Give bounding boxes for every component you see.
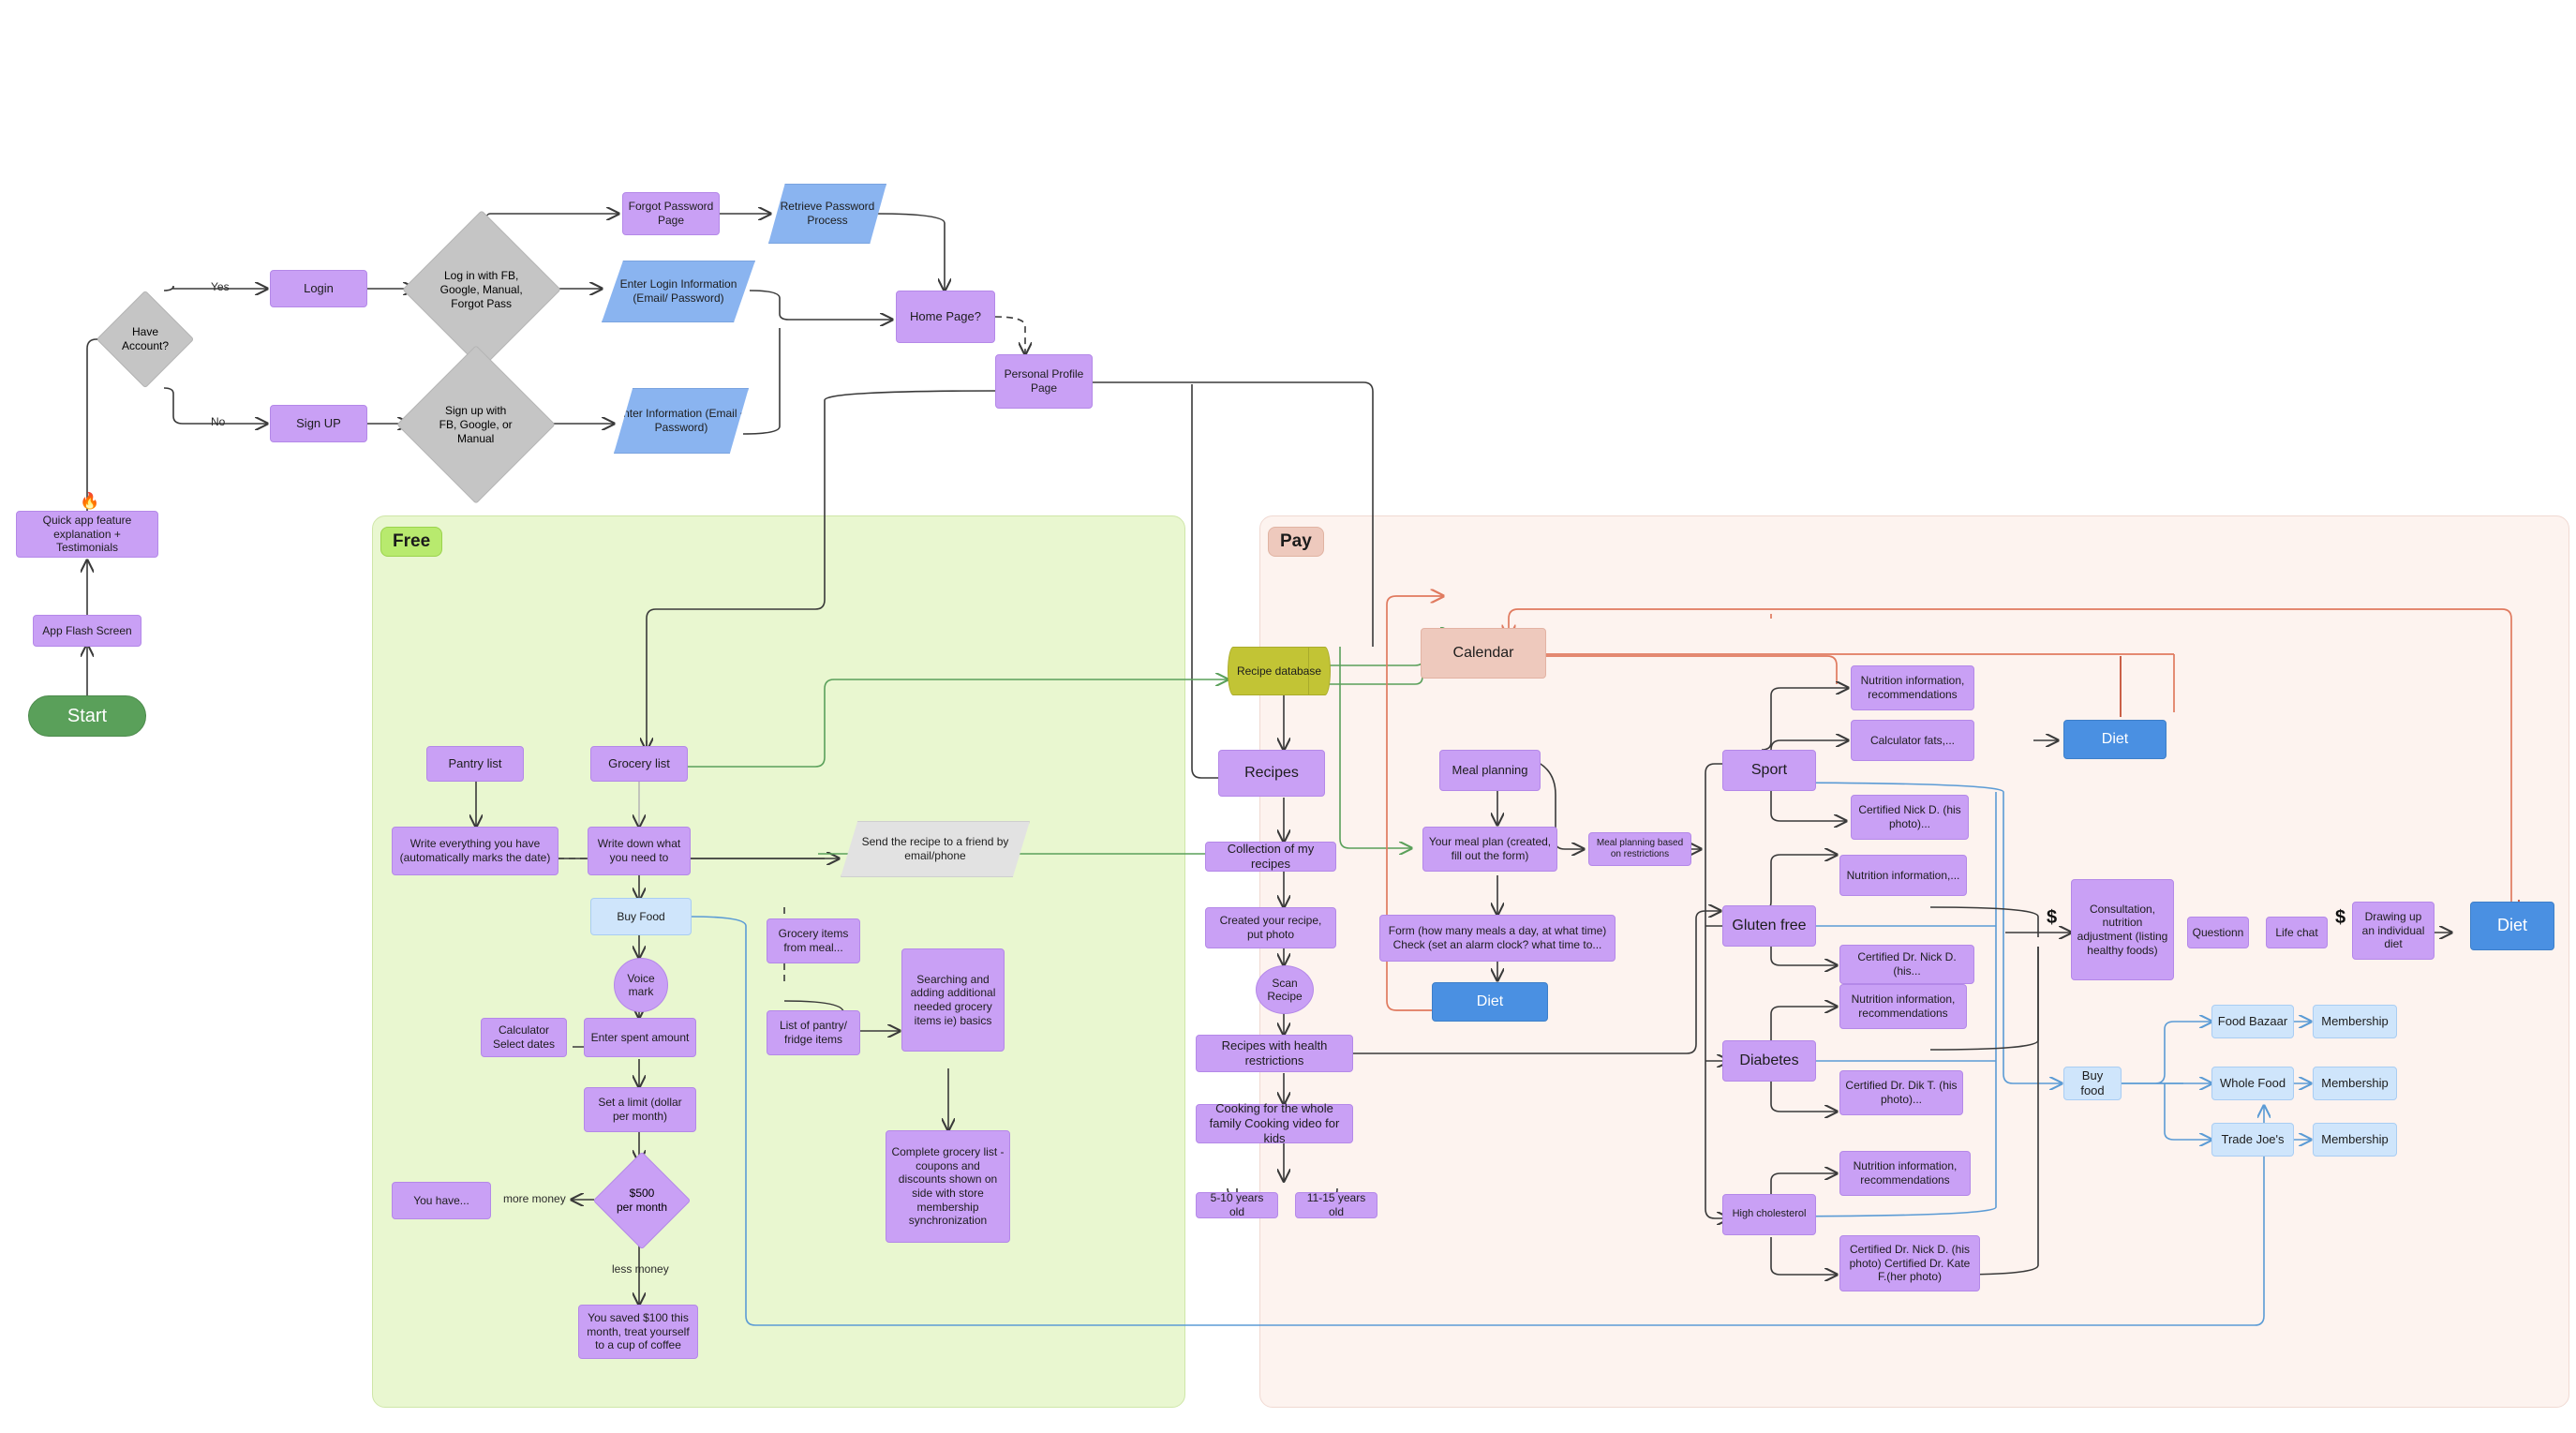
node-scan-recipe-label: Scan Recipe	[1267, 976, 1303, 1003]
node-set-a-limit[interactable]: Set a limit (dollar per month)	[584, 1087, 696, 1132]
node-cooking-whole-family[interactable]: Cooking for the whole family Cooking vid…	[1196, 1101, 1353, 1145]
node-nutrition-info-rec-4[interactable]: Nutrition information, recommendations	[1839, 1151, 1971, 1196]
node-recipes-health-restrictions[interactable]: Recipes with health restrictions	[1196, 1035, 1353, 1072]
node-have-account[interactable]: Have Account?	[96, 290, 195, 389]
node-membership-1[interactable]: Membership	[2313, 1005, 2397, 1038]
node-login[interactable]: Login	[270, 270, 367, 307]
node-nutrition-info-rec-3[interactable]: Nutrition information, recommendations	[1839, 984, 1967, 1029]
node-retrieve-password-process[interactable]: Retrieve Password Process	[768, 184, 886, 244]
node-send-recipe[interactable]: Send the recipe to a friend by email/pho…	[841, 821, 1030, 877]
node-meal-planning-restrictions[interactable]: Meal planning based on restrictions	[1588, 832, 1691, 866]
node-calendar[interactable]: Calendar	[1421, 628, 1546, 679]
node-calculator-select-dates[interactable]: Calculator Select dates	[481, 1018, 567, 1057]
node-grocery-items-from-meal[interactable]: Grocery items from meal...	[767, 918, 860, 963]
edge-label-no: No	[211, 415, 226, 428]
dollar-label-1: $	[2047, 907, 2058, 928]
node-drawing-individual-diet[interactable]: Drawing up an individual diet	[2352, 902, 2435, 960]
node-pantry-list[interactable]: Pantry list	[426, 746, 524, 782]
node-food-bazaar[interactable]: Food Bazaar	[2211, 1005, 2294, 1038]
node-sport[interactable]: Sport	[1722, 750, 1816, 791]
node-login-with[interactable]: Log in with FB, Google, Manual, Forgot Pas…	[402, 210, 561, 369]
zone-pay-label: Pay	[1268, 527, 1324, 557]
zone-free-label: Free	[380, 527, 443, 557]
flame-icon: 🔥	[80, 492, 100, 510]
node-app-flash-screen[interactable]: App Flash Screen	[33, 615, 141, 647]
node-recipes[interactable]: Recipes	[1218, 750, 1325, 797]
node-you-saved[interactable]: You saved $100 this month, treat yoursel…	[578, 1305, 698, 1359]
edge-label-yes: Yes	[211, 280, 230, 293]
node-home-page[interactable]: Home Page?	[896, 291, 995, 343]
node-age-11-15[interactable]: 11-15 years old	[1295, 1191, 1377, 1218]
node-calculator-fats[interactable]: Calculator fats,...	[1851, 720, 1974, 761]
node-your-meal-plan[interactable]: Your meal plan (created, fill out the fo…	[1422, 827, 1557, 872]
node-list-of-pantry-fridge[interactable]: List of pantry/ fridge items	[767, 1010, 860, 1055]
node-recipe-database[interactable]: Recipe database	[1228, 647, 1331, 695]
node-form-how-many-meals[interactable]: Form (how many meals a day, at what time…	[1379, 915, 1616, 962]
node-certified-nick-d-1[interactable]: Certified Nick D. (his photo)...	[1851, 795, 1969, 840]
node-diet-right[interactable]: Diet	[2470, 902, 2554, 950]
node-voice-mark-label: Voice mark	[627, 971, 655, 998]
node-membership-3[interactable]: Membership	[2313, 1123, 2397, 1157]
node-searching-adding[interactable]: Searching and adding additional needed g…	[901, 948, 1005, 1052]
node-enter-information[interactable]: Enter Information (Email + Password)	[614, 388, 749, 454]
node-age-5-10[interactable]: 5-10 years old	[1196, 1191, 1278, 1218]
dollar-label-2: $	[2335, 907, 2346, 928]
node-write-everything[interactable]: Write everything you have (automatically…	[392, 827, 558, 875]
node-consultation[interactable]: Consultation, nutrition adjustment (list…	[2071, 879, 2174, 980]
node-nutrition-info-2[interactable]: Nutrition information,...	[1839, 855, 1967, 896]
node-have-account-label: Have Account?	[121, 324, 170, 352]
node-life-chat[interactable]: Life chat	[2266, 917, 2328, 948]
edge-label-more-money: more money	[503, 1192, 566, 1205]
node-quick-app-feature[interactable]: Quick app feature explanation + Testimon…	[16, 511, 158, 558]
node-meal-planning[interactable]: Meal planning	[1439, 750, 1541, 791]
edge-label-less-money: less money	[612, 1262, 669, 1276]
node-you-have[interactable]: You have...	[392, 1182, 491, 1219]
node-diabetes[interactable]: Diabetes	[1722, 1040, 1816, 1082]
node-diet-meal[interactable]: Diet	[1432, 982, 1548, 1022]
node-collection-of-my-recipes[interactable]: Collection of my recipes	[1205, 842, 1336, 872]
node-scan-recipe[interactable]: Scan Recipe	[1256, 965, 1314, 1014]
node-enter-spent-amount[interactable]: Enter spent amount	[584, 1018, 696, 1057]
node-whole-food[interactable]: Whole Food	[2211, 1067, 2294, 1100]
node-personal-profile-page[interactable]: Personal Profile Page	[995, 354, 1093, 409]
node-voice-mark[interactable]: Voice mark	[614, 958, 668, 1012]
node-high-cholesterol[interactable]: High cholesterol	[1722, 1194, 1816, 1235]
node-signup-with-label: Sign up with FB, Google, or Manual	[439, 403, 514, 445]
node-start[interactable]: Start	[28, 695, 146, 737]
node-gluten-free[interactable]: Gluten free	[1722, 905, 1816, 947]
node-forgot-password-page[interactable]: Forgot Password Page	[622, 192, 720, 235]
node-enter-login-information[interactable]: Enter Login Information (Email/ Password…	[602, 261, 755, 322]
node-write-down[interactable]: Write down what you need to	[588, 827, 691, 875]
node-login-with-label: Log in with FB, Google, Manual, Forgot Pas…	[439, 268, 524, 310]
node-questionn[interactable]: Questionn	[2187, 917, 2249, 948]
node-complete-grocery-list[interactable]: Complete grocery list - coupons and disc…	[886, 1130, 1010, 1243]
node-recipe-database-label: Recipe database	[1236, 664, 1322, 678]
node-nutrition-info-rec-1[interactable]: Nutrition information, recommendations	[1851, 665, 1974, 710]
node-membership-2[interactable]: Membership	[2313, 1067, 2397, 1100]
node-500-per-month-label: $500 per month	[616, 1187, 668, 1214]
node-diet-top[interactable]: Diet	[2063, 720, 2167, 759]
node-certified-dr-nick-kate[interactable]: Certified Dr. Nick D. (his photo) Certif…	[1839, 1235, 1980, 1291]
node-grocery-list[interactable]: Grocery list	[590, 746, 688, 782]
node-created-your-recipe[interactable]: Created your recipe, put photo	[1205, 907, 1336, 948]
node-buy-food-free[interactable]: Buy Food	[590, 898, 692, 935]
flowchart-canvas: Free Pay Start App Flash Screen Quick ap…	[0, 0, 2576, 1433]
node-buy-food-pay[interactable]: Buy food	[2063, 1067, 2122, 1100]
node-certified-dr-dik-t[interactable]: Certified Dr. Dik T. (his photo)...	[1839, 1070, 1963, 1115]
node-certified-dr-nick-d-2[interactable]: Certified Dr. Nick D.(his...	[1839, 945, 1974, 984]
node-trade-joes[interactable]: Trade Joe's	[2211, 1123, 2294, 1157]
node-sign-up[interactable]: Sign UP	[270, 405, 367, 442]
node-signup-with[interactable]: Sign up with FB, Google, or Manual	[396, 345, 556, 504]
